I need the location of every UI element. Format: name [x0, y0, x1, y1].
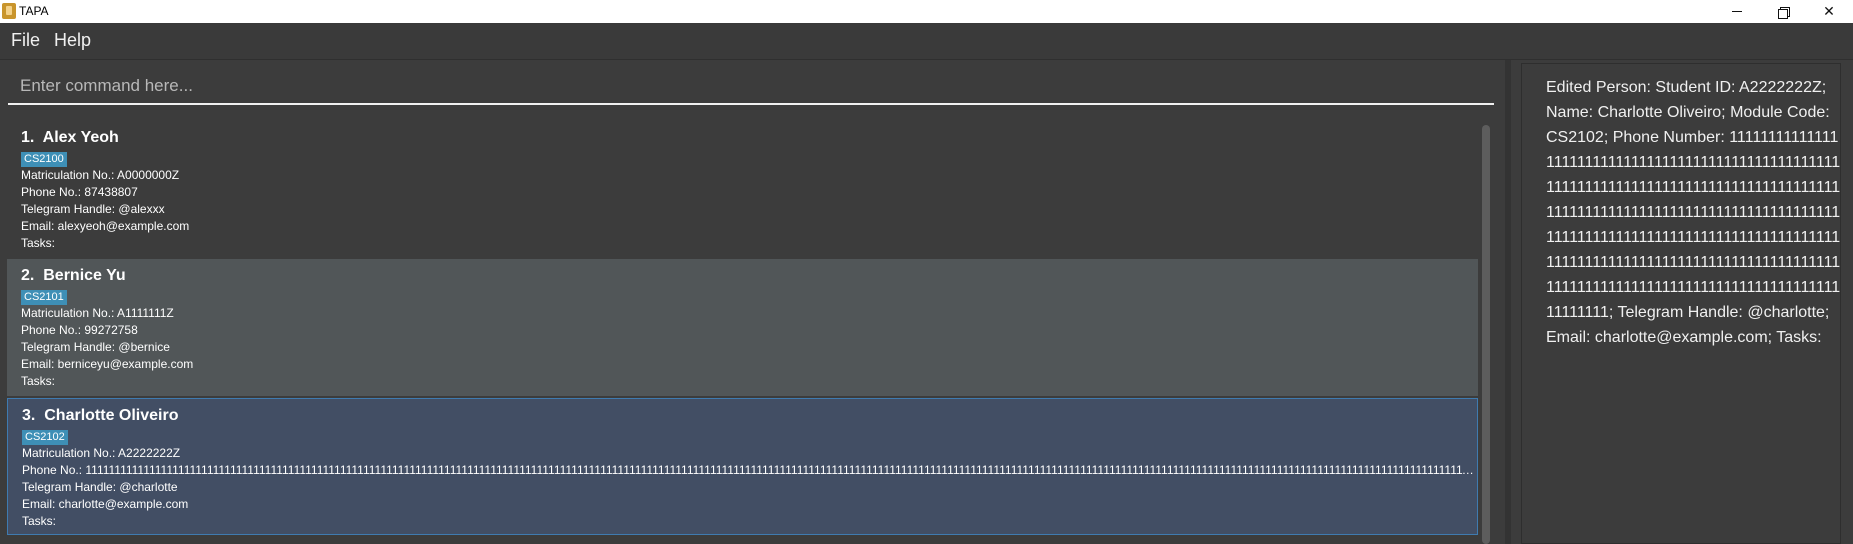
module-badge: CS2101 — [21, 290, 67, 305]
person-name: 1. Alex Yeoh — [21, 129, 119, 146]
matric-number: Matriculation No.: A2222222Z — [22, 446, 181, 460]
phone-number: Phone No.: 87438807 — [21, 185, 138, 199]
menu-help[interactable]: Help — [54, 30, 91, 51]
minimize-button[interactable] — [1714, 0, 1760, 23]
person-card[interactable]: 1. Alex Yeoh CS2100 Matriculation No.: A… — [7, 121, 1478, 258]
email: Email: charlotte@example.com — [22, 497, 189, 511]
matric-number: Matriculation No.: A0000000Z — [21, 168, 180, 182]
person-card[interactable]: 2. Bernice Yu CS2101 Matriculation No.: … — [7, 259, 1478, 396]
title-bar: TAPA ✕ — [0, 0, 1853, 23]
restore-button[interactable] — [1760, 0, 1806, 23]
close-icon: ✕ — [1823, 3, 1835, 19]
menu-bar: File Help — [0, 23, 1853, 60]
result-pane: Edited Person: Student ID: A2222222Z; Na… — [1511, 60, 1853, 544]
tasks: Tasks: — [22, 514, 57, 528]
module-badge: CS2102 — [22, 430, 68, 445]
result-text: Edited Person: Student ID: A2222222Z; Na… — [1546, 79, 1841, 346]
left-pane: 1. Alex Yeoh CS2100 Matriculation No.: A… — [0, 60, 1505, 544]
person-name: 2. Bernice Yu — [21, 267, 126, 284]
telegram-handle: Telegram Handle: @bernice — [21, 340, 170, 354]
phone-number: Phone No.: 99272758 — [21, 323, 138, 337]
menu-file[interactable]: File — [11, 30, 40, 51]
email: Email: berniceyu@example.com — [21, 357, 194, 371]
tasks: Tasks: — [21, 236, 56, 250]
person-card-selected[interactable]: 3. Charlotte Oliveiro CS2102 Matriculati… — [7, 398, 1478, 535]
command-box — [8, 69, 1494, 105]
result-display: Edited Person: Student ID: A2222222Z; Na… — [1521, 63, 1841, 544]
list-scrollbar[interactable] — [1480, 121, 1490, 544]
restore-icon — [1778, 6, 1790, 19]
person-name: 3. Charlotte Oliveiro — [22, 407, 179, 424]
email: Email: alexyeoh@example.com — [21, 219, 190, 233]
telegram-handle: Telegram Handle: @alexxx — [21, 202, 165, 216]
module-badge: CS2100 — [21, 152, 67, 167]
person-list: 1. Alex Yeoh CS2100 Matriculation No.: A… — [7, 121, 1488, 544]
app-icon — [2, 3, 16, 19]
scrollbar-thumb[interactable] — [1482, 125, 1490, 544]
matric-number: Matriculation No.: A1111111Z — [21, 306, 174, 320]
phone-number: Phone No.: 11111111111111111111111111111… — [22, 463, 1474, 477]
telegram-handle: Telegram Handle: @charlotte — [22, 480, 178, 494]
minimize-icon — [1732, 11, 1742, 12]
window-title: TAPA — [19, 4, 49, 18]
tasks: Tasks: — [21, 374, 56, 388]
command-input[interactable] — [8, 69, 1494, 103]
close-button[interactable]: ✕ — [1806, 0, 1852, 23]
